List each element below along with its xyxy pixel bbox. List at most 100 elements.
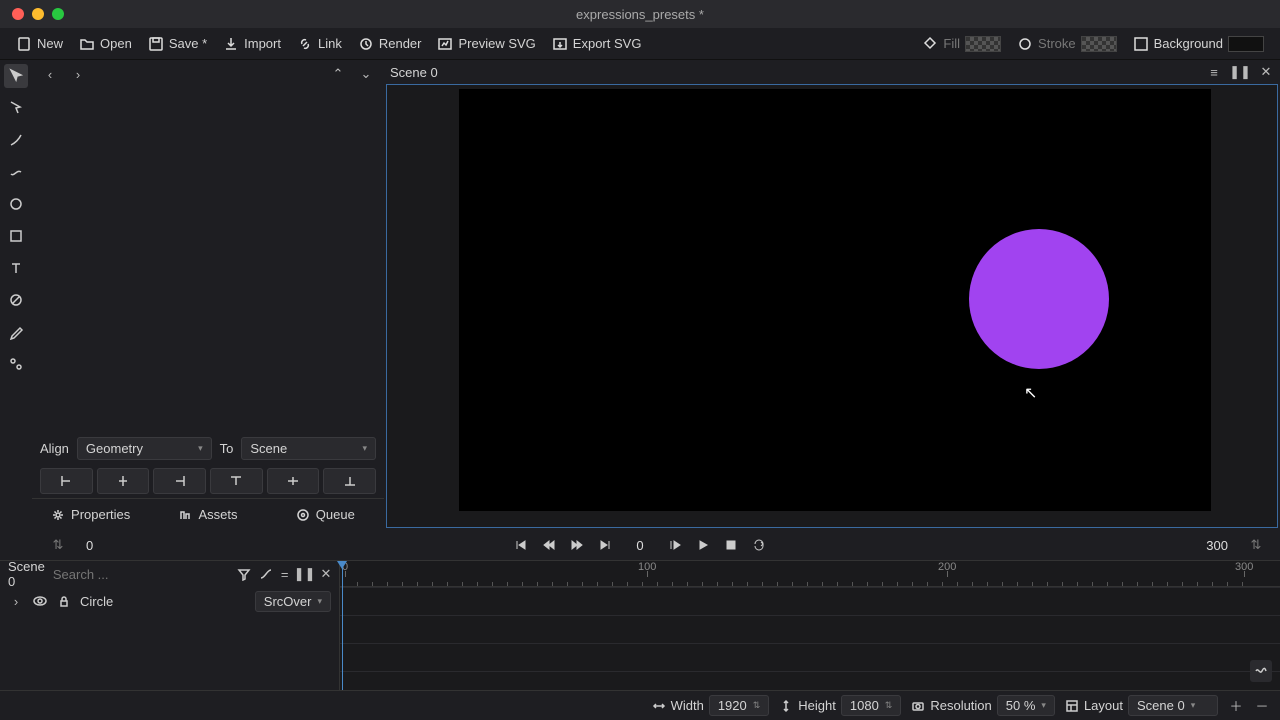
pause-small-icon[interactable]: ❚❚ [296,566,312,582]
waveform-toggle[interactable] [1250,660,1272,682]
nav-forward-icon[interactable]: › [70,66,86,82]
close-window[interactable] [12,8,24,20]
scene-canvas[interactable]: ↖ [459,89,1211,511]
chevron-down-icon: ▾ [1041,700,1046,711]
import-button[interactable]: Import [215,32,289,56]
align-bottom-button[interactable] [323,468,376,494]
view-menu-icon[interactable]: ≡ [1206,64,1222,80]
track-area[interactable] [340,587,1280,690]
lock-icon[interactable] [56,593,72,609]
pen-tool[interactable] [4,128,28,152]
curve-icon[interactable] [259,566,273,582]
view-pause-icon[interactable]: ❚❚ [1232,64,1248,80]
tab-assets[interactable]: Assets [149,499,266,530]
layout-select[interactable]: Scene 0▾ [1128,695,1218,716]
timeline-layers: Scene 0 = ❚❚ ✕ › Circle SrcOver▾ [0,561,340,690]
maximize-window[interactable] [52,8,64,20]
tick-200: 200 [938,561,956,573]
timeline-ruler[interactable]: 0 100 200 300 [340,561,1280,587]
remove-scene-button[interactable]: － [1254,698,1270,714]
fill-control[interactable]: Fill [914,32,1009,56]
current-frame[interactable]: 0 [622,538,657,553]
align-top-button[interactable] [210,468,263,494]
visibility-icon[interactable] [32,593,48,609]
align-row: Align Geometry▾ To Scene▾ [32,433,384,464]
settings-tool[interactable] [4,352,28,376]
play-button[interactable] [692,534,714,556]
circle-shape[interactable] [969,229,1109,369]
edit-tool[interactable] [4,96,28,120]
align-left-button[interactable] [40,468,93,494]
scene-name: Scene 0 [390,65,438,80]
stepper-icon[interactable]: ⇅ [753,700,761,711]
frame-end-stepper-icon[interactable]: ⇅ [1248,537,1264,553]
align-hcenter-button[interactable] [97,468,150,494]
stepper-icon[interactable]: ⇅ [885,700,893,711]
tab-queue[interactable]: Queue [267,499,384,530]
frame-end[interactable]: 300 [1192,538,1242,553]
playhead[interactable] [342,561,343,690]
height-field[interactable]: 1080⇅ [841,695,901,716]
timeline-search-input[interactable] [53,567,229,582]
step-back-button[interactable] [538,534,560,556]
step-forward-button[interactable] [566,534,588,556]
expand-layer-icon[interactable]: › [8,593,24,609]
layout-value: Scene 0 [1137,698,1185,713]
layer-row[interactable]: › Circle SrcOver▾ [0,587,339,615]
loop-button[interactable] [748,534,770,556]
open-button[interactable]: Open [71,32,140,56]
new-button[interactable]: New [8,32,71,56]
preview-svg-button[interactable]: Preview SVG [429,32,543,56]
text-tool[interactable] [4,256,28,280]
render-button[interactable]: Render [350,32,430,56]
add-scene-button[interactable]: ＋ [1228,698,1244,714]
collapse-up-icon[interactable]: ⌃ [330,66,346,82]
timeline-scene: Scene 0 [8,559,45,589]
background-control[interactable]: Background [1125,32,1272,56]
align-right-button[interactable] [153,468,206,494]
nav-back-icon[interactable]: ‹ [42,66,58,82]
save-label: Save * [169,36,207,51]
stroke-control[interactable]: Stroke [1009,32,1125,56]
open-label: Open [100,36,132,51]
background-swatch[interactable] [1228,36,1264,52]
queue-label: Queue [316,507,355,522]
view-close-icon[interactable]: ✕ [1258,64,1274,80]
fill-swatch[interactable] [965,36,1001,52]
align-vcenter-button[interactable] [267,468,320,494]
main-toolbar: New Open Save * Import Link Render Previ… [0,28,1280,60]
chevron-down-icon: ▾ [362,443,367,454]
close-small-icon[interactable]: ✕ [320,566,331,582]
play-reverse-button[interactable] [664,534,686,556]
blend-mode-select[interactable]: SrcOver▾ [255,591,331,612]
frame-start-stepper-icon[interactable]: ⇅ [50,537,66,553]
timeline-tracks[interactable]: 0 100 200 300 [340,561,1280,690]
link-button[interactable]: Link [289,32,350,56]
viewport[interactable]: ↖ [386,84,1278,528]
minimize-window[interactable] [32,8,44,20]
align-mode-select[interactable]: Geometry▾ [77,437,212,460]
resolution-field[interactable]: 50 %▾ [997,695,1055,716]
filter-icon[interactable] [237,566,251,582]
align-to-select[interactable]: Scene▾ [241,437,376,460]
frame-start[interactable]: 0 [72,538,107,553]
link-icon [297,36,313,52]
width-field[interactable]: 1920 ⇅ [709,695,769,716]
goto-end-button[interactable] [594,534,616,556]
save-button[interactable]: Save * [140,32,215,56]
ellipse-tool[interactable] [4,192,28,216]
stop-button[interactable] [720,534,742,556]
export-svg-button[interactable]: Export SVG [544,32,650,56]
expand-down-icon[interactable]: ⌄ [358,66,374,82]
select-tool[interactable] [4,64,28,88]
equals-icon[interactable]: = [281,566,289,582]
rectangle-tool[interactable] [4,224,28,248]
freehand-tool[interactable] [4,160,28,184]
width-value: 1920 [718,698,747,713]
tab-properties[interactable]: Properties [32,499,149,530]
stroke-swatch[interactable] [1081,36,1117,52]
color-picker-tool[interactable] [4,320,28,344]
empty-tool[interactable] [4,288,28,312]
tool-column [0,60,32,530]
goto-start-button[interactable] [510,534,532,556]
